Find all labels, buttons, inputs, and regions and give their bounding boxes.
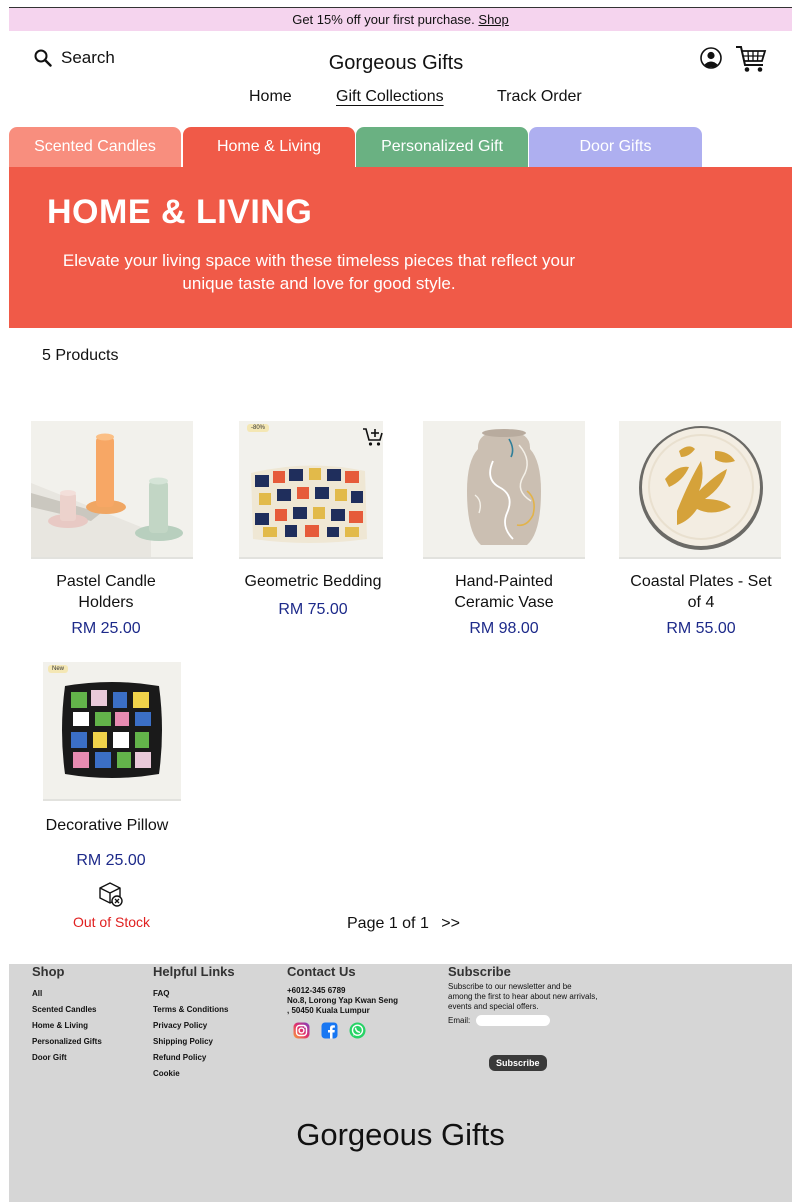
whatsapp-icon[interactable]: [349, 1022, 366, 1039]
out-of-stock-label: Out of Stock: [72, 914, 151, 930]
product-price: RM 25.00: [76, 852, 146, 869]
footer-subscribe-column: Subscribe Subscribe to our newsletter an…: [448, 964, 598, 1071]
product-price: RM 55.00: [666, 620, 736, 637]
page-edge: [0, 0, 9, 1202]
footer-link[interactable]: Terms & Conditions: [153, 1002, 235, 1018]
promo-text: Get 15% off your first purchase.: [292, 12, 475, 27]
footer-link[interactable]: Home & Living: [32, 1018, 102, 1034]
footer-brand: Gorgeous Gifts: [296, 1117, 505, 1152]
site-footer: Shop All Scented Candles Home & Living P…: [9, 964, 792, 1202]
nav-home[interactable]: Home: [249, 88, 292, 106]
product-name[interactable]: Pastel Candle Holders: [31, 571, 181, 613]
instagram-icon[interactable]: [293, 1022, 310, 1039]
promo-shop-link[interactable]: Shop: [478, 12, 508, 27]
tab-scented-candles[interactable]: Scented Candles: [9, 127, 181, 167]
product-name[interactable]: Decorative Pillow: [31, 815, 183, 836]
footer-link[interactable]: Refund Policy: [153, 1050, 235, 1066]
tab-door-gifts[interactable]: Door Gifts: [529, 127, 702, 167]
subscribe-button[interactable]: Subscribe: [489, 1055, 547, 1071]
footer-helpful-column: Helpful Links FAQ Terms & Conditions Pri…: [153, 964, 235, 1082]
next-page-button[interactable]: >>: [441, 915, 460, 932]
footer-heading: Subscribe: [448, 964, 511, 979]
cart-icon[interactable]: [734, 44, 768, 74]
category-hero: HOME & LIVING Elevate your living space …: [9, 167, 792, 328]
footer-link[interactable]: Personalized Gifts: [32, 1034, 102, 1050]
social-links: [293, 1022, 402, 1039]
product-name[interactable]: Hand-Painted Ceramic Vase: [426, 571, 582, 613]
email-input[interactable]: [476, 1015, 551, 1026]
product-name[interactable]: Geometric Bedding: [232, 571, 394, 592]
footer-contact-column: Contact Us +6012-345 6789 No.8, Lorong Y…: [287, 964, 402, 1039]
footer-heading: Helpful Links: [153, 964, 235, 979]
product-price: RM 75.00: [278, 601, 348, 618]
footer-link[interactable]: All: [32, 986, 102, 1002]
user-icon[interactable]: [700, 47, 722, 69]
facebook-icon[interactable]: [321, 1022, 338, 1039]
footer-heading: Contact Us: [287, 964, 356, 979]
product-count: 5 Products: [42, 347, 119, 364]
footer-link[interactable]: Door Gift: [32, 1050, 102, 1066]
nav-track-order[interactable]: Track Order: [497, 88, 582, 106]
hero-subtitle: Elevate your living space with these tim…: [62, 251, 576, 293]
pagination: Page 1 of 1 >>: [347, 915, 460, 933]
footer-link[interactable]: Scented Candles: [32, 1002, 102, 1018]
page-indicator: Page 1 of 1: [347, 915, 429, 932]
promo-bar: Get 15% off your first purchase. Shop: [9, 7, 792, 31]
contact-phone: +6012-345 6789: [287, 986, 346, 995]
footer-link[interactable]: FAQ: [153, 986, 235, 1002]
footer-link[interactable]: Shipping Policy: [153, 1034, 235, 1050]
footer-shop-column: Shop All Scented Candles Home & Living P…: [32, 964, 102, 1066]
subscribe-description: Subscribe to our newsletter and be among…: [448, 982, 598, 1011]
product-image-candle-holders[interactable]: [31, 421, 193, 559]
footer-link[interactable]: Privacy Policy: [153, 1018, 235, 1034]
nav-gift-collections[interactable]: Gift Collections: [336, 88, 444, 106]
footer-link[interactable]: Cookie: [153, 1066, 235, 1082]
contact-address: No.8, Lorong Yap Kwan Seng , 50450 Kuala…: [287, 996, 398, 1015]
new-badge: New: [48, 665, 69, 673]
product-image-decorative-pillow[interactable]: [43, 662, 181, 801]
product-name[interactable]: Coastal Plates - Set of 4: [626, 571, 776, 613]
product-price: RM 98.00: [469, 620, 539, 637]
product-price: RM 25.00: [71, 620, 141, 637]
main-nav: Home Gift Collections Track Order: [0, 88, 792, 110]
hero-title: HOME & LIVING: [47, 193, 313, 231]
footer-heading: Shop: [32, 964, 65, 979]
tab-home-living[interactable]: Home & Living: [183, 127, 355, 167]
add-to-cart-icon[interactable]: [362, 426, 384, 448]
product-image-coastal-plates[interactable]: [619, 421, 781, 559]
box-x-icon: [99, 882, 123, 907]
brand-title[interactable]: Gorgeous Gifts: [0, 52, 792, 75]
product-image-ceramic-vase[interactable]: [423, 421, 585, 559]
email-label: Email:: [448, 1016, 471, 1025]
tab-personalized-gift[interactable]: Personalized Gift: [356, 127, 528, 167]
email-row: Email:: [448, 1015, 598, 1026]
discount-badge: -80%: [247, 424, 270, 432]
